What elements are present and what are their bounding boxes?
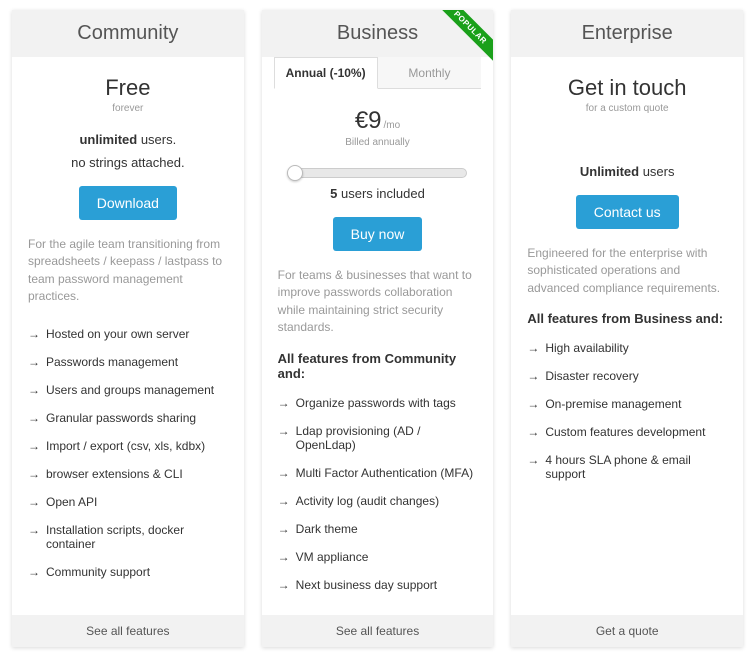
tab-monthly[interactable]: Monthly xyxy=(378,57,482,88)
plan-business: POPULAR Business Annual (-10%) Monthly €… xyxy=(262,10,494,647)
users-bold: unlimited xyxy=(79,132,137,147)
plan-description: For teams & businesses that want to impr… xyxy=(262,267,494,351)
feature-list: Organize passwords with tagsLdap provisi… xyxy=(262,389,494,615)
price-unit: /mo xyxy=(384,120,401,131)
contact-us-button[interactable]: Contact us xyxy=(576,195,679,229)
price-row: €9/mo xyxy=(272,107,484,135)
feature-item: Multi Factor Authentication (MFA) xyxy=(278,459,478,487)
features-header: All features from Business and: xyxy=(511,311,743,334)
users-bold: Unlimited xyxy=(580,164,639,179)
feature-item: Import / export (csv, xls, kdbx) xyxy=(28,432,228,460)
feature-item: browser extensions & CLI xyxy=(28,460,228,488)
plan-enterprise: Enterprise Get in touch for a custom quo… xyxy=(511,10,743,647)
plan-title: Community xyxy=(12,10,244,57)
feature-item: Community support xyxy=(28,558,228,586)
feature-list: Hosted on your own serverPasswords manag… xyxy=(12,320,244,602)
features-header: All features from Community and: xyxy=(262,351,494,389)
price: €9 xyxy=(355,107,382,134)
get-quote-link[interactable]: Get a quote xyxy=(511,615,743,647)
feature-item: Custom features development xyxy=(527,418,727,446)
price: Free xyxy=(22,75,234,101)
users-slider[interactable] xyxy=(288,168,468,178)
feature-item: Installation scripts, docker container xyxy=(28,516,228,558)
tab-annual[interactable]: Annual (-10%) xyxy=(274,57,378,89)
feature-item: Hosted on your own server xyxy=(28,320,228,348)
feature-item: Open API xyxy=(28,488,228,516)
plan-description: Engineered for the enterprise with sophi… xyxy=(511,245,743,311)
price-sub: Billed annually xyxy=(272,137,484,148)
users-slider-wrap xyxy=(262,162,494,182)
feature-item: Ldap provisioning (AD / OpenLdap) xyxy=(278,417,478,459)
plan-description: For the agile team transitioning from sp… xyxy=(12,236,244,320)
price-block: Free forever xyxy=(12,57,244,128)
price: Get in touch xyxy=(521,75,733,101)
price-block: €9/mo Billed annually xyxy=(262,89,494,162)
feature-item: Activity log (audit changes) xyxy=(278,487,478,515)
users-line: unlimited users. xyxy=(12,132,244,147)
feature-item: Passwords management xyxy=(28,348,228,376)
price-sub: for a custom quote xyxy=(521,103,733,114)
price-block: Get in touch for a custom quote xyxy=(511,57,743,128)
users-line: 5 users included xyxy=(262,186,494,201)
feature-item: Disaster recovery xyxy=(527,362,727,390)
feature-item: Dark theme xyxy=(278,515,478,543)
feature-list: High availabilityDisaster recoveryOn-pre… xyxy=(511,334,743,504)
feature-item: 4 hours SLA phone & email support xyxy=(527,446,727,488)
download-button[interactable]: Download xyxy=(79,186,177,220)
feature-item: High availability xyxy=(527,334,727,362)
price-sub: forever xyxy=(22,103,234,114)
feature-item: Granular passwords sharing xyxy=(28,404,228,432)
billing-tabs: Annual (-10%) Monthly xyxy=(274,57,482,89)
slider-handle-icon[interactable] xyxy=(287,165,303,181)
feature-item: VM appliance xyxy=(278,543,478,571)
feature-item: Organize passwords with tags xyxy=(278,389,478,417)
feature-item: Users and groups management xyxy=(28,376,228,404)
see-all-features-link[interactable]: See all features xyxy=(12,615,244,647)
see-all-features-link[interactable]: See all features xyxy=(262,615,494,647)
users-line: Unlimited users xyxy=(511,164,743,179)
tagline: no strings attached. xyxy=(12,155,244,170)
plan-community: Community Free forever unlimited users. … xyxy=(12,10,244,647)
feature-item: On-premise management xyxy=(527,390,727,418)
feature-item: Next business day support xyxy=(278,571,478,599)
plan-title: Enterprise xyxy=(511,10,743,57)
buy-now-button[interactable]: Buy now xyxy=(333,217,423,251)
